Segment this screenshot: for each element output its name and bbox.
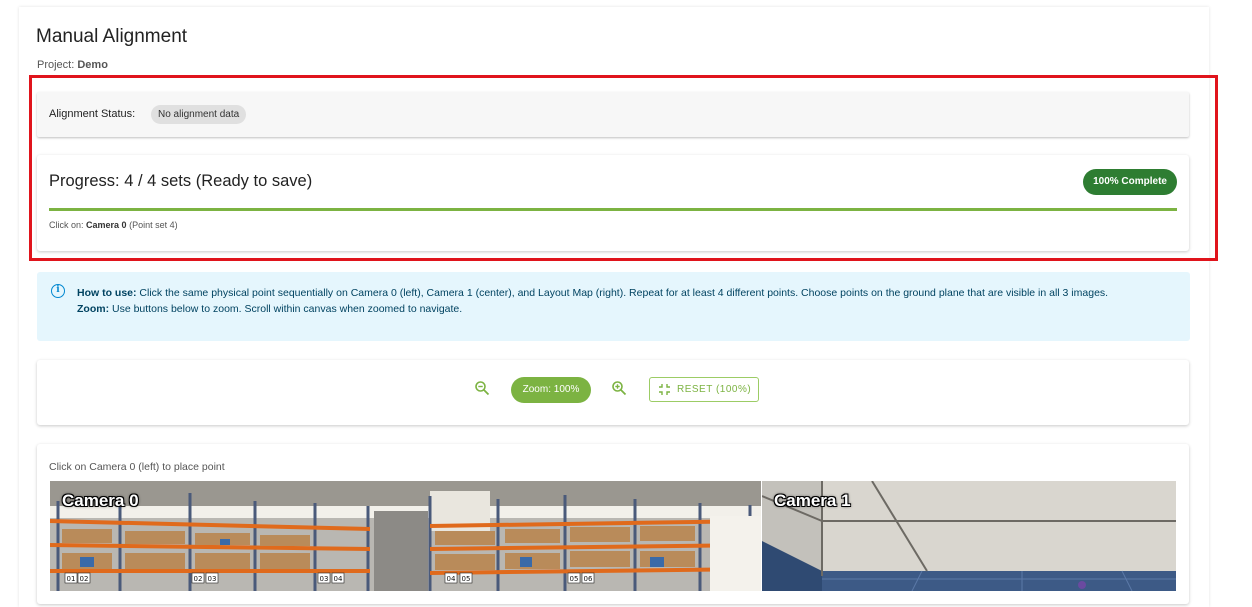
svg-text:04: 04: [447, 575, 456, 583]
page-title: Manual Alignment: [36, 26, 188, 47]
rack-tag: 04: [444, 572, 458, 584]
svg-text:05: 05: [462, 575, 471, 583]
click-on-instruction: Click on: Camera 0 (Point set 4): [49, 220, 178, 230]
project-name: Demo: [77, 59, 108, 71]
camera-0-label: Camera 0: [62, 491, 139, 510]
complete-badge: 100% Complete: [1083, 169, 1177, 195]
rack-tag: 01: [64, 572, 78, 584]
zoom-controls-card: Zoom: 100% RESET (100%): [37, 360, 1189, 425]
alignment-status-label: Alignment Status:: [49, 108, 136, 120]
reset-zoom-button[interactable]: RESET (100%): [649, 377, 759, 402]
alignment-status-chip: No alignment data: [151, 105, 247, 124]
zoom-help-text: Use buttons below to zoom. Scroll within…: [112, 303, 463, 315]
click-on-suffix: (Point set 4): [129, 220, 178, 230]
howto-text: Click the same physical point sequential…: [139, 287, 1109, 299]
progress-card: Progress: 4 / 4 sets (Ready to save) 100…: [37, 155, 1189, 251]
zoom-in-icon[interactable]: [611, 380, 627, 396]
project-label: Project:: [37, 59, 75, 71]
instructions-alert: i How to use: Click the same physical po…: [37, 272, 1190, 341]
svg-text:03: 03: [208, 575, 217, 583]
click-on-prefix: Click on:: [49, 220, 84, 230]
svg-text:01: 01: [67, 575, 76, 583]
rack-tag: 05: [459, 572, 473, 584]
rack-tag: 05: [567, 572, 581, 584]
rack-tag: 03: [317, 572, 331, 584]
camera-1-label: Camera 1: [774, 491, 851, 510]
svg-text:02: 02: [80, 575, 89, 583]
howto-label: How to use:: [77, 287, 137, 299]
rack-tag: 04: [331, 572, 345, 584]
svg-text:03: 03: [320, 575, 329, 583]
camera-0-canvas[interactable]: 01 02 02 03 03 04 04 05 05 06 Camera 0: [50, 481, 761, 591]
project-info: Project: Demo: [37, 59, 108, 71]
instructions-text: How to use: Click the same physical poin…: [77, 285, 1172, 317]
rack-tag: 03: [205, 572, 219, 584]
svg-text:04: 04: [334, 575, 343, 583]
warehouse-image-camera-0: 01 02 02 03 03 04 04 05 05 06: [50, 481, 761, 591]
camera-1-canvas[interactable]: Camera 1: [762, 481, 1176, 591]
progress-title: Progress: 4 / 4 sets (Ready to save): [49, 172, 313, 190]
reset-zoom-label: RESET (100%): [677, 384, 752, 395]
svg-text:05: 05: [570, 575, 579, 583]
click-on-target: Camera 0: [86, 220, 127, 230]
rack-tag: 02: [77, 572, 91, 584]
progress-bar: [49, 208, 1177, 211]
info-icon: i: [51, 284, 65, 298]
progress-bar-fill: [49, 208, 1177, 211]
zoom-out-icon[interactable]: [474, 380, 490, 396]
rack-tag: 06: [581, 572, 595, 584]
svg-text:02: 02: [194, 575, 203, 583]
zoom-level-chip: Zoom: 100%: [511, 377, 591, 403]
alignment-status-card: Alignment Status: No alignment data: [37, 92, 1189, 137]
canvas-hint: Click on Camera 0 (left) to place point: [49, 461, 225, 473]
zoom-help-label: Zoom:: [77, 303, 110, 315]
rack-tag: 02: [191, 572, 205, 584]
svg-text:06: 06: [584, 575, 593, 583]
camera-canvas-card: Click on Camera 0 (left) to place point: [37, 444, 1189, 604]
fullscreen-exit-icon: [659, 384, 670, 395]
